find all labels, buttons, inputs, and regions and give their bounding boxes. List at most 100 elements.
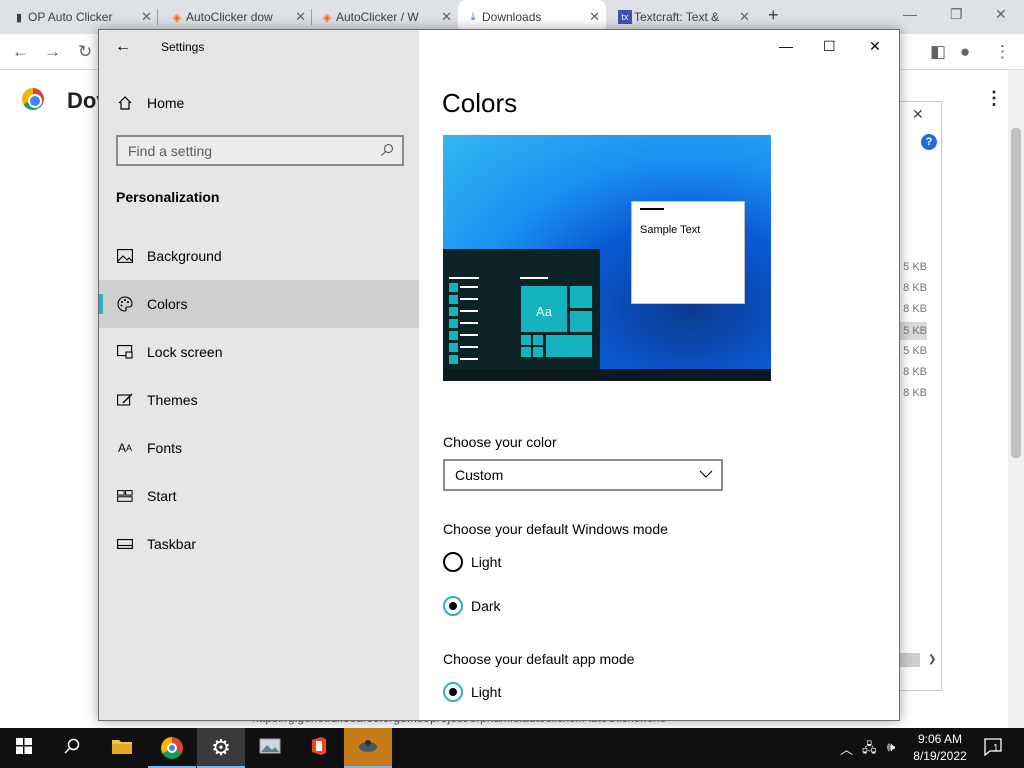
profile-icon[interactable]: ● — [960, 42, 970, 62]
choose-color-label: Choose your color — [443, 434, 557, 450]
close-icon[interactable]: ✕ — [441, 9, 452, 25]
home-icon — [115, 94, 135, 112]
chrome-icon — [161, 737, 183, 759]
sidebar-item-taskbar[interactable]: Taskbar — [99, 520, 419, 568]
chevron-right-icon[interactable]: ❯ — [928, 654, 936, 665]
page-icon: ▮ — [15, 11, 23, 24]
file-size: 8 KB — [903, 303, 927, 315]
side-panel-icon[interactable]: ◧ — [930, 42, 946, 62]
sidebar-item-background[interactable]: Background — [99, 232, 419, 280]
tab-label: AutoClicker dow — [186, 10, 273, 24]
forward-icon[interactable]: → — [44, 42, 61, 62]
reload-icon[interactable]: ↻ — [78, 42, 92, 62]
office-icon — [309, 736, 329, 761]
help-icon[interactable]: ? — [921, 134, 937, 150]
taskbar-clock[interactable]: 9:06 AM 8/19/2022 — [908, 731, 972, 765]
tab-label: Textcraft: Text & — [634, 10, 720, 24]
tab-label: AutoClicker / W — [336, 10, 419, 24]
home-label: Home — [147, 95, 185, 111]
explorer-scrollbar[interactable] — [898, 653, 920, 667]
sidebar-item-label: Start — [147, 488, 177, 504]
maximize-icon[interactable]: ❐ — [950, 6, 963, 23]
sidebar-item-label: Background — [147, 248, 222, 264]
section-heading: Personalization — [116, 189, 220, 205]
theme-preview: Aa Sample Text — [443, 135, 771, 381]
taskbar-search-button[interactable] — [48, 728, 96, 768]
home-nav-item[interactable]: Home — [115, 94, 184, 112]
windows-mode-dark[interactable]: Dark — [443, 596, 501, 616]
minimize-icon[interactable]: — — [903, 6, 917, 22]
sidebar-item-colors[interactable]: Colors — [99, 280, 419, 328]
file-size: 5 KB — [897, 322, 927, 340]
taskbar-file-explorer[interactable] — [98, 728, 146, 768]
sidebar-item-fonts[interactable]: AA Fonts — [99, 424, 419, 472]
sidebar-item-label: Fonts — [147, 440, 183, 456]
file-size: 5 KB — [903, 261, 927, 273]
page-scrollbar-thumb[interactable] — [1011, 128, 1021, 458]
radio-button[interactable] — [443, 596, 463, 616]
clock-time: 9:06 AM — [917, 732, 963, 746]
radio-button[interactable] — [443, 552, 463, 572]
volume-icon[interactable]: 🕪 — [887, 739, 895, 755]
taskbar-app[interactable] — [344, 728, 392, 768]
windows-mode-light[interactable]: Light — [443, 552, 501, 572]
file-size: 8 KB — [903, 366, 927, 378]
textcraft-icon: tx — [618, 10, 632, 24]
preview-sample-text: Sample Text — [640, 224, 701, 236]
lock-screen-icon — [115, 343, 135, 361]
maximize-icon[interactable]: ☐ — [823, 38, 836, 55]
menu-icon[interactable]: ⋮ — [994, 42, 1011, 62]
taskbar-icon — [115, 535, 135, 553]
chevron-up-icon[interactable]: ︿ — [840, 739, 853, 758]
new-tab-icon[interactable]: + — [768, 5, 779, 26]
download-icon: ⤓ — [470, 10, 476, 23]
taskbar-photos[interactable] — [246, 728, 294, 768]
search-box[interactable] — [116, 135, 404, 166]
notification-count: 1 — [993, 743, 999, 754]
search-input[interactable] — [118, 137, 368, 164]
radio-label: Light — [471, 554, 502, 570]
search-icon[interactable] — [380, 143, 394, 162]
sidebar-item-lock-screen[interactable]: Lock screen — [99, 328, 419, 376]
close-icon[interactable]: ✕ — [912, 106, 924, 123]
settings-content: — ☐ ✕ Colors Aa Sample Text Choose your … — [419, 30, 899, 720]
close-icon[interactable]: ✕ — [295, 9, 306, 25]
color-select[interactable]: Custom — [443, 459, 723, 491]
taskbar-chrome[interactable] — [148, 728, 196, 768]
active-indicator — [99, 294, 103, 314]
settings-window: ← Settings Home Personalization Backgrou… — [98, 29, 900, 721]
image-icon — [115, 247, 135, 265]
sourceforge-icon: ◈ — [172, 11, 182, 24]
radio-button[interactable] — [443, 682, 463, 702]
clock-date: 8/19/2022 — [913, 749, 967, 763]
app-mode-light[interactable]: Light — [443, 682, 501, 702]
tab-label: OP Auto Clicker — [28, 10, 113, 24]
network-icon[interactable]: 🖧 — [862, 739, 877, 761]
back-arrow-icon[interactable]: ← — [115, 38, 131, 56]
sidebar-item-themes[interactable]: Themes — [99, 376, 419, 424]
chrome-logo-icon — [22, 88, 44, 110]
close-icon[interactable]: ✕ — [995, 6, 1007, 23]
close-icon[interactable]: ✕ — [141, 9, 152, 25]
folder-icon — [111, 737, 133, 760]
more-options-icon[interactable]: ⋮ — [985, 88, 1003, 109]
sidebar-item-label: Taskbar — [147, 536, 197, 552]
close-icon[interactable]: ✕ — [589, 9, 600, 25]
palette-icon — [115, 295, 135, 313]
minimize-icon[interactable]: — — [779, 38, 793, 54]
taskbar-office[interactable] — [295, 728, 343, 768]
file-size: 8 KB — [903, 387, 927, 399]
window-title: Settings — [161, 40, 205, 54]
sidebar-item-start[interactable]: Start — [99, 472, 419, 520]
start-button[interactable] — [0, 728, 48, 768]
page-heading: Dov — [67, 88, 99, 113]
close-icon[interactable]: ✕ — [869, 38, 881, 55]
sourceforge-icon: ◈ — [322, 11, 332, 24]
windows-logo-icon — [16, 737, 32, 759]
notification-center-button[interactable]: 1 — [984, 738, 1004, 757]
taskbar-settings[interactable]: ⚙ — [197, 728, 245, 768]
page-title: Colors — [442, 88, 518, 118]
back-icon[interactable]: ← — [12, 42, 29, 62]
close-icon[interactable]: ✕ — [739, 9, 750, 25]
sidebar-item-label: Lock screen — [147, 344, 223, 360]
